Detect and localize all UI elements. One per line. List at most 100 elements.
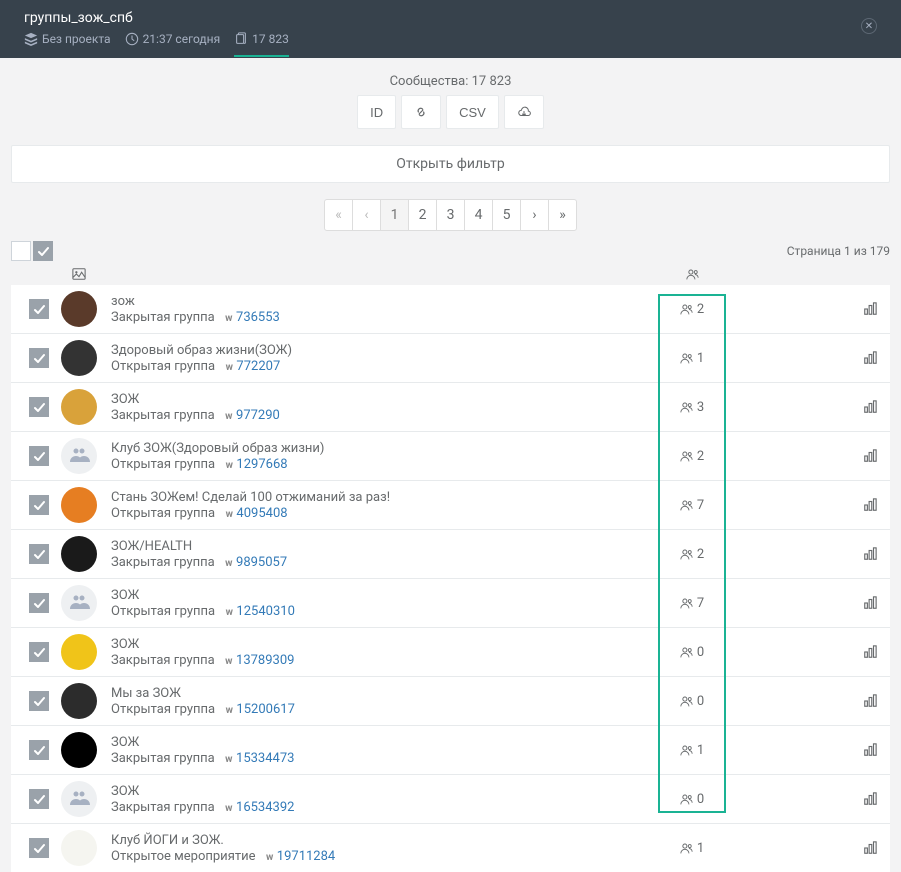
export-id-button[interactable]: ID bbox=[357, 95, 396, 129]
row-checkbox[interactable] bbox=[29, 544, 49, 564]
stats-button[interactable] bbox=[850, 645, 890, 659]
users-icon bbox=[680, 548, 693, 561]
page-›[interactable]: › bbox=[520, 199, 549, 231]
close-button[interactable]: ✕ bbox=[861, 18, 877, 34]
export-cloud-button[interactable] bbox=[504, 95, 544, 129]
users-icon bbox=[680, 695, 693, 708]
stats-button[interactable] bbox=[850, 596, 890, 610]
users-icon bbox=[680, 793, 693, 806]
row-checkbox[interactable] bbox=[29, 446, 49, 466]
vk-id-link[interactable]: 19711284 bbox=[277, 849, 335, 864]
select-all-checked[interactable] bbox=[33, 241, 53, 261]
stats-button[interactable] bbox=[850, 547, 890, 561]
avatar bbox=[61, 830, 97, 866]
row-title[interactable]: зож bbox=[111, 294, 664, 309]
row-title[interactable]: ЗОЖ bbox=[111, 784, 664, 799]
row-title[interactable]: ЗОЖ bbox=[111, 588, 664, 603]
copy-icon bbox=[234, 32, 248, 46]
export-csv-button[interactable]: CSV bbox=[446, 95, 499, 129]
check-icon bbox=[33, 793, 45, 805]
select-all-empty[interactable] bbox=[11, 241, 31, 261]
stats-button[interactable] bbox=[850, 694, 890, 708]
vk-id-link[interactable]: 16534392 bbox=[236, 800, 294, 815]
vk-id-link[interactable]: 4095408 bbox=[236, 506, 287, 521]
open-filter-button[interactable]: Открыть фильтр bbox=[11, 145, 890, 183]
row-title[interactable]: ЗОЖ/HEALTH bbox=[111, 539, 664, 554]
stats-button[interactable] bbox=[850, 351, 890, 365]
row-checkbox[interactable] bbox=[29, 740, 49, 760]
row-subtitle: Закрытая группа w977290 bbox=[111, 408, 664, 423]
row-title[interactable]: Стань ЗОЖем! Сделай 100 отжиманий за раз… bbox=[111, 490, 664, 505]
page-«[interactable]: « bbox=[324, 199, 353, 231]
page-4[interactable]: 4 bbox=[464, 199, 493, 231]
row-title[interactable]: Клуб ЗОЖ(Здоровый образ жизни) bbox=[111, 441, 664, 456]
bar-chart-icon bbox=[863, 792, 877, 806]
export-link-button[interactable] bbox=[401, 95, 441, 129]
member-count: 7 bbox=[664, 596, 720, 611]
check-icon bbox=[33, 695, 45, 707]
row-title[interactable]: Клуб ЙОГИ и ЗОЖ. bbox=[111, 833, 664, 848]
stats-button[interactable] bbox=[850, 841, 890, 855]
results-table: зожЗакрытая группа w7365532Здоровый обра… bbox=[11, 285, 890, 872]
users-icon bbox=[680, 597, 693, 610]
vk-id-link[interactable]: 977290 bbox=[236, 408, 280, 423]
vk-id-link[interactable]: 12540310 bbox=[236, 604, 294, 619]
row-checkbox[interactable] bbox=[29, 691, 49, 711]
users-icon bbox=[680, 744, 693, 757]
bar-chart-icon bbox=[863, 547, 877, 561]
vk-id-link[interactable]: 15334473 bbox=[236, 751, 294, 766]
row-checkbox[interactable] bbox=[29, 397, 49, 417]
check-icon bbox=[33, 303, 45, 315]
link-icon bbox=[414, 105, 428, 119]
check-icon bbox=[33, 499, 45, 511]
stats-button[interactable] bbox=[850, 792, 890, 806]
vk-id-link[interactable]: 13789309 bbox=[236, 653, 294, 668]
vk-id-link[interactable]: 1297668 bbox=[236, 457, 287, 472]
row-checkbox[interactable] bbox=[29, 593, 49, 613]
stats-button[interactable] bbox=[850, 400, 890, 414]
vk-id-link[interactable]: 9895057 bbox=[236, 555, 287, 570]
page-»[interactable]: » bbox=[548, 199, 577, 231]
communities-count-label: Сообщества: 17 823 bbox=[11, 74, 890, 89]
row-title[interactable]: Мы за ЗОЖ bbox=[111, 686, 664, 701]
member-count: 2 bbox=[664, 449, 720, 464]
row-subtitle: Открытая группа w12540310 bbox=[111, 604, 664, 619]
row-checkbox[interactable] bbox=[29, 495, 49, 515]
row-title[interactable]: ЗОЖ bbox=[111, 735, 664, 750]
row-title[interactable]: ЗОЖ bbox=[111, 392, 664, 407]
stats-button[interactable] bbox=[850, 498, 890, 512]
stats-button[interactable] bbox=[850, 302, 890, 316]
stats-button[interactable] bbox=[850, 743, 890, 757]
project-meta[interactable]: Без проекта bbox=[24, 32, 111, 46]
vk-id-link[interactable]: 15200617 bbox=[236, 702, 294, 717]
row-checkbox[interactable] bbox=[29, 789, 49, 809]
page-1[interactable]: 1 bbox=[380, 199, 409, 231]
vk-icon: w bbox=[226, 607, 233, 618]
users-icon bbox=[680, 450, 693, 463]
row-subtitle: Открытая группа w1297668 bbox=[111, 457, 664, 472]
clock-icon bbox=[125, 32, 139, 46]
page-5[interactable]: 5 bbox=[492, 199, 521, 231]
row-checkbox[interactable] bbox=[29, 642, 49, 662]
table-row: Мы за ЗОЖОткрытая группа w152006170 bbox=[11, 676, 890, 725]
page-2[interactable]: 2 bbox=[408, 199, 437, 231]
page-3[interactable]: 3 bbox=[436, 199, 465, 231]
member-count: 7 bbox=[664, 498, 720, 513]
table-row: ЗОЖЗакрытая группа w153344731 bbox=[11, 725, 890, 774]
vk-id-link[interactable]: 736553 bbox=[236, 310, 280, 325]
row-title[interactable]: Здоровый образ жизни(ЗОЖ) bbox=[111, 343, 664, 358]
row-checkbox[interactable] bbox=[29, 348, 49, 368]
page-‹[interactable]: ‹ bbox=[352, 199, 381, 231]
row-title[interactable]: ЗОЖ bbox=[111, 637, 664, 652]
vk-icon: w bbox=[225, 803, 232, 814]
row-checkbox[interactable] bbox=[29, 299, 49, 319]
users-icon bbox=[686, 268, 699, 281]
member-count: 0 bbox=[664, 694, 720, 709]
count-meta[interactable]: 17 823 bbox=[234, 32, 289, 46]
row-checkbox[interactable] bbox=[29, 838, 49, 858]
stats-button[interactable] bbox=[850, 449, 890, 463]
page-info: Страница 1 из 179 bbox=[787, 244, 890, 258]
member-count: 2 bbox=[664, 302, 720, 317]
image-icon bbox=[72, 267, 86, 281]
vk-id-link[interactable]: 772207 bbox=[236, 359, 280, 374]
